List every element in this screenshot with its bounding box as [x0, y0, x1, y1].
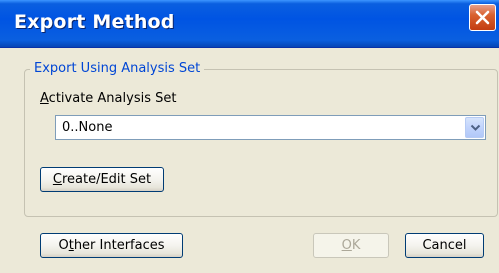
analysis-set-select[interactable]: 0..None [55, 115, 486, 140]
create-edit-set-button[interactable]: Create/Edit Set [40, 167, 164, 192]
activate-analysis-set-label: Activate Analysis Set [40, 90, 176, 107]
cancel-button[interactable]: Cancel [405, 233, 484, 258]
ok-rest: K [351, 238, 361, 253]
chevron-down-icon [470, 124, 481, 131]
label-rest: ctivate Analysis Set [48, 91, 177, 106]
create-edit-mnemonic: C [52, 172, 62, 187]
dialog-title: Export Method [14, 11, 175, 33]
create-edit-rest: reate/Edit Set [61, 172, 152, 187]
close-button[interactable] [469, 4, 496, 31]
analysis-set-select-value: 0..None [62, 120, 113, 135]
close-x-icon [475, 10, 490, 25]
dropdown-button[interactable] [465, 117, 484, 138]
other-interfaces-prefix: O [58, 238, 69, 253]
ok-mnemonic: O [341, 238, 352, 253]
ok-button[interactable]: OK [313, 233, 389, 258]
group-legend: Export Using Analysis Set [30, 60, 205, 77]
export-method-dialog: Export Method Export Using Analysis Set … [0, 0, 499, 273]
label-mnemonic: A [40, 91, 49, 106]
other-interfaces-rest: her Interfaces [73, 238, 165, 253]
title-bar[interactable]: Export Method [0, 0, 499, 48]
other-interfaces-button[interactable]: Other Interfaces [40, 233, 183, 258]
